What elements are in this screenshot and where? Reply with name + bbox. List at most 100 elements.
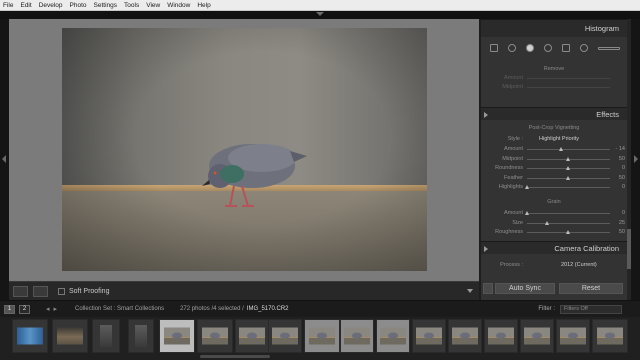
filmstrip-thumb[interactable] xyxy=(412,319,446,353)
filmstrip-thumb[interactable] xyxy=(268,319,302,353)
menu-window[interactable]: Window xyxy=(167,2,190,9)
slider-value[interactable]: 25 xyxy=(619,220,625,226)
toolbar-menu-icon[interactable] xyxy=(467,289,473,293)
collection-path[interactable]: Collection Set : Smart Collections xyxy=(75,306,164,312)
effects-feather-slider[interactable]: Feather 50 xyxy=(481,174,627,183)
filmstrip-thumb-selected[interactable] xyxy=(376,319,410,353)
slider-value[interactable]: - 14 xyxy=(616,146,625,152)
style-row[interactable]: Style : Highlight Priority xyxy=(481,135,627,144)
slider-knob[interactable] xyxy=(559,147,564,151)
filmstrip-thumb[interactable] xyxy=(12,319,48,353)
filmstrip-thumb-selected[interactable] xyxy=(304,319,340,353)
slider-value[interactable]: 50 xyxy=(619,175,625,181)
filmstrip-thumb[interactable] xyxy=(52,319,88,353)
process-select[interactable]: 2012 (Current) xyxy=(561,262,597,268)
nav-arrows[interactable]: ◂▸ xyxy=(46,305,61,313)
lens-vignette-midpoint-row[interactable]: Midpoint xyxy=(481,83,627,92)
filmstrip-thumb[interactable] xyxy=(128,319,154,353)
filmstrip-thumb[interactable] xyxy=(484,319,518,353)
pigeon-photo[interactable] xyxy=(62,28,427,271)
slider-track[interactable] xyxy=(527,222,610,224)
reset-button[interactable]: Reset xyxy=(559,283,623,294)
grain-amount-slider[interactable]: Amount 0 xyxy=(481,209,627,218)
filmstrip-bar: 1 2 ◂▸ Collection Set : Smart Collection… xyxy=(0,300,640,317)
loupe-view-button[interactable] xyxy=(13,285,28,297)
histogram-header[interactable]: Histogram xyxy=(481,19,627,37)
radial-filter-icon[interactable] xyxy=(580,44,588,52)
slider-value[interactable]: 0 xyxy=(622,184,625,190)
develop-right-panel: Histogram Remove Amount Midpoint Effects… xyxy=(481,19,631,300)
crop-tool-icon[interactable] xyxy=(508,44,516,52)
effects-roundness-slider[interactable]: Roundness 0 xyxy=(481,164,627,173)
image-canvas[interactable] xyxy=(9,19,479,281)
filmstrip-thumb-active[interactable] xyxy=(159,319,195,353)
filmstrip-scrollbar[interactable] xyxy=(200,355,270,358)
slider-track[interactable] xyxy=(527,213,610,214)
slider-value[interactable]: 50 xyxy=(619,156,625,162)
menu-file[interactable]: File xyxy=(3,2,13,9)
adjustment-brush-icon[interactable] xyxy=(598,46,620,50)
filmstrip-thumb[interactable] xyxy=(556,319,590,353)
grain-subhead: Grain xyxy=(547,199,561,205)
effects-header[interactable]: Effects xyxy=(481,107,627,120)
scrollbar-thumb[interactable] xyxy=(627,229,631,269)
before-after-button[interactable] xyxy=(33,285,48,297)
sync-toggle-button[interactable] xyxy=(483,283,493,294)
slider-knob[interactable] xyxy=(566,156,570,161)
menu-photo[interactable]: Photo xyxy=(70,2,87,9)
filmstrip-thumb[interactable] xyxy=(448,319,482,353)
filmstrip-thumb[interactable] xyxy=(197,319,233,353)
menu-help[interactable]: Help xyxy=(197,2,210,9)
slider-label: Feather xyxy=(504,174,523,181)
effects-highlights-slider[interactable]: Highlights 0 xyxy=(481,183,627,192)
menu-edit[interactable]: Edit xyxy=(20,2,31,9)
grid-tool-icon[interactable] xyxy=(490,44,498,52)
red-eye-icon[interactable] xyxy=(544,44,552,52)
lens-vignette-amount-row[interactable]: Amount xyxy=(481,74,627,83)
slider-knob[interactable] xyxy=(524,185,529,189)
slider-value[interactable]: 0 xyxy=(622,165,625,171)
soft-proofing-checkbox[interactable] xyxy=(58,287,65,295)
auto-sync-button[interactable]: Auto Sync xyxy=(495,283,555,294)
filmstrip-thumb[interactable] xyxy=(520,319,554,353)
second-window-button[interactable]: 2 xyxy=(19,304,30,314)
slider-value[interactable]: 0 xyxy=(622,210,625,216)
effects-midpoint-slider[interactable]: Midpoint 50 xyxy=(481,155,627,164)
style-select[interactable]: Highlight Priority xyxy=(539,136,579,142)
filter-select[interactable]: Filters Off xyxy=(560,304,622,314)
slider-label: Size xyxy=(512,219,523,226)
left-panel-toggle-icon[interactable] xyxy=(2,155,6,163)
grain-roughness-slider[interactable]: Roughness 50 xyxy=(481,228,627,237)
grain-size-slider[interactable]: Size 25 xyxy=(481,219,627,228)
current-filename[interactable]: IMG_5170.CR2 xyxy=(247,306,289,312)
slider-knob[interactable] xyxy=(566,166,570,170)
top-panel-toggle-icon[interactable] xyxy=(316,12,324,16)
slider-knob[interactable] xyxy=(545,220,550,225)
filmstrip-thumb-selected[interactable] xyxy=(340,319,374,353)
slider-knob[interactable] xyxy=(524,211,529,215)
graduated-filter-icon[interactable] xyxy=(562,44,570,52)
menu-tools[interactable]: Tools xyxy=(124,2,139,9)
slider-knob[interactable] xyxy=(566,230,570,234)
menu-develop[interactable]: Develop xyxy=(39,2,63,9)
filmstrip-thumb[interactable] xyxy=(592,319,628,353)
slider-knob[interactable] xyxy=(566,175,570,180)
slider-track[interactable] xyxy=(527,187,610,188)
menu-view[interactable]: View xyxy=(146,2,160,9)
slider-track[interactable] xyxy=(527,149,610,150)
menu-settings[interactable]: Settings xyxy=(94,2,118,9)
process-row[interactable]: Process : 2012 (Current) xyxy=(481,261,627,270)
filmstrip-thumb[interactable] xyxy=(92,319,120,353)
panel-scrollbar[interactable] xyxy=(627,19,631,300)
slider-label: Amount xyxy=(504,210,523,216)
effects-amount-slider[interactable]: Amount - 14 xyxy=(481,145,627,154)
spot-removal-icon[interactable] xyxy=(526,44,534,52)
slider-value[interactable]: 50 xyxy=(619,229,625,235)
collapse-icon xyxy=(484,246,488,252)
camera-calibration-header[interactable]: Camera Calibration xyxy=(481,241,627,254)
filmstrip-thumb[interactable] xyxy=(235,319,269,353)
right-panel-toggle-icon[interactable] xyxy=(634,155,638,163)
collapse-icon xyxy=(484,112,488,118)
main-window-button[interactable]: 1 xyxy=(4,304,15,314)
filter-label: Filter : xyxy=(538,306,555,312)
